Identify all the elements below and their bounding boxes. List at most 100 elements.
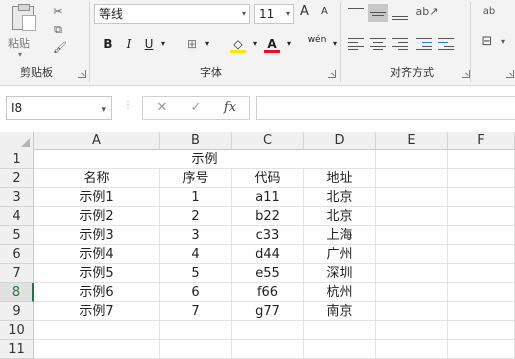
cell[interactable] bbox=[448, 283, 515, 302]
row-header-9[interactable]: 9 bbox=[0, 302, 34, 321]
column-header-b[interactable]: B bbox=[160, 132, 232, 150]
cell[interactable]: 5 bbox=[160, 264, 232, 283]
cell[interactable]: 6 bbox=[160, 283, 232, 302]
name-box[interactable]: I8 ▾ bbox=[6, 96, 112, 120]
increase-font-size-button[interactable]: A bbox=[300, 4, 309, 19]
cell[interactable]: 北京 bbox=[304, 188, 376, 207]
font-launcher-icon[interactable] bbox=[328, 70, 336, 78]
row-header-11[interactable]: 11 bbox=[0, 340, 34, 359]
underline-button[interactable]: U bbox=[142, 34, 156, 54]
align-bottom-button[interactable] bbox=[392, 6, 408, 20]
row-header-8[interactable]: 8 bbox=[0, 283, 34, 302]
cell[interactable] bbox=[376, 283, 448, 302]
cell[interactable] bbox=[232, 321, 304, 340]
cell[interactable]: 示例5 bbox=[34, 264, 160, 283]
cell[interactable] bbox=[376, 302, 448, 321]
cell[interactable]: 示例7 bbox=[34, 302, 160, 321]
formula-input[interactable] bbox=[256, 96, 515, 120]
cell[interactable] bbox=[34, 321, 160, 340]
cell[interactable]: 示例4 bbox=[34, 245, 160, 264]
number-launcher-icon[interactable] bbox=[506, 70, 514, 78]
align-right-button[interactable] bbox=[392, 36, 408, 50]
fill-color-button[interactable]: ◇ bbox=[228, 34, 248, 54]
cell[interactable]: 杭州 bbox=[304, 283, 376, 302]
cell[interactable] bbox=[232, 340, 304, 359]
cell[interactable]: 上海 bbox=[304, 226, 376, 245]
cell[interactable]: g77 bbox=[232, 302, 304, 321]
phonetic-button[interactable]: wén bbox=[306, 34, 328, 54]
column-header-e[interactable]: E bbox=[376, 132, 448, 150]
bold-button[interactable]: B bbox=[100, 34, 116, 54]
column-header-a[interactable]: A bbox=[34, 132, 160, 150]
cut-button[interactable]: ✂ bbox=[48, 4, 68, 20]
decrease-indent-button[interactable] bbox=[416, 36, 432, 50]
align-middle-button[interactable] bbox=[368, 4, 388, 22]
header-cell[interactable]: 地址 bbox=[304, 169, 376, 188]
column-header-f[interactable]: F bbox=[448, 132, 515, 150]
cell[interactable]: 示例2 bbox=[34, 207, 160, 226]
font-name-select[interactable]: 等线 ▾ bbox=[94, 4, 250, 24]
cell[interactable] bbox=[448, 169, 515, 188]
header-cell[interactable]: 序号 bbox=[160, 169, 232, 188]
cell[interactable] bbox=[34, 340, 160, 359]
cancel-icon[interactable]: ✕ bbox=[147, 97, 177, 119]
cell[interactable] bbox=[448, 226, 515, 245]
column-header-d[interactable]: D bbox=[304, 132, 376, 150]
cell[interactable]: 2 bbox=[160, 207, 232, 226]
cell[interactable] bbox=[376, 340, 448, 359]
wrap-text-button[interactable]: ab bbox=[478, 4, 500, 20]
cell[interactable] bbox=[448, 188, 515, 207]
cell[interactable]: 3 bbox=[160, 226, 232, 245]
cell[interactable] bbox=[376, 226, 448, 245]
phonetic-dropdown-icon[interactable]: ▾ bbox=[330, 34, 340, 54]
cell[interactable] bbox=[376, 264, 448, 283]
insert-function-button[interactable]: fx bbox=[215, 97, 245, 119]
cell[interactable] bbox=[304, 340, 376, 359]
border-dropdown-icon[interactable]: ▾ bbox=[202, 34, 212, 54]
cell[interactable] bbox=[448, 302, 515, 321]
increase-indent-button[interactable] bbox=[438, 36, 454, 50]
merge-dropdown-icon[interactable]: ▾ bbox=[498, 34, 508, 50]
cell[interactable]: b22 bbox=[232, 207, 304, 226]
underline-dropdown-icon[interactable]: ▾ bbox=[158, 34, 168, 54]
cell[interactable]: 示例1 bbox=[34, 188, 160, 207]
row-header-3[interactable]: 3 bbox=[0, 188, 34, 207]
cell[interactable]: f66 bbox=[232, 283, 304, 302]
cell[interactable] bbox=[376, 188, 448, 207]
row-header-6[interactable]: 6 bbox=[0, 245, 34, 264]
cell[interactable]: 广州 bbox=[304, 245, 376, 264]
column-header-c[interactable]: C bbox=[232, 132, 304, 150]
cell[interactable]: 示例6 bbox=[34, 283, 160, 302]
alignment-launcher-icon[interactable] bbox=[462, 70, 470, 78]
row-header-2[interactable]: 2 bbox=[0, 169, 34, 188]
header-cell[interactable]: 代码 bbox=[232, 169, 304, 188]
cell[interactable] bbox=[448, 245, 515, 264]
cell[interactable] bbox=[448, 321, 515, 340]
cell[interactable]: e55 bbox=[232, 264, 304, 283]
orientation-button[interactable]: ab↗ bbox=[414, 4, 440, 20]
cell[interactable]: 北京 bbox=[304, 207, 376, 226]
fill-color-dropdown-icon[interactable]: ▾ bbox=[250, 34, 260, 54]
paste-dropdown-icon[interactable]: ▾ bbox=[18, 50, 22, 59]
merged-title-cell[interactable]: 示例 bbox=[34, 150, 376, 169]
row-header-7[interactable]: 7 bbox=[0, 264, 34, 283]
cell[interactable]: 4 bbox=[160, 245, 232, 264]
header-cell[interactable]: 名称 bbox=[34, 169, 160, 188]
cell[interactable]: 7 bbox=[160, 302, 232, 321]
cell[interactable] bbox=[304, 321, 376, 340]
cell[interactable] bbox=[376, 150, 448, 169]
font-color-button[interactable]: A bbox=[262, 34, 282, 54]
cell[interactable] bbox=[376, 207, 448, 226]
cell[interactable] bbox=[160, 321, 232, 340]
clipboard-launcher-icon[interactable] bbox=[78, 70, 86, 78]
row-header-5[interactable]: 5 bbox=[0, 226, 34, 245]
copy-button[interactable]: ⧉ bbox=[48, 22, 68, 38]
align-center-button[interactable] bbox=[370, 36, 386, 50]
cell[interactable]: a11 bbox=[232, 188, 304, 207]
cell[interactable]: 南京 bbox=[304, 302, 376, 321]
row-header-1[interactable]: 1 bbox=[0, 150, 34, 169]
paste-button[interactable]: 粘贴 ▾ bbox=[4, 2, 38, 60]
cell[interactable]: 1 bbox=[160, 188, 232, 207]
cell[interactable] bbox=[160, 340, 232, 359]
row-header-4[interactable]: 4 bbox=[0, 207, 34, 226]
